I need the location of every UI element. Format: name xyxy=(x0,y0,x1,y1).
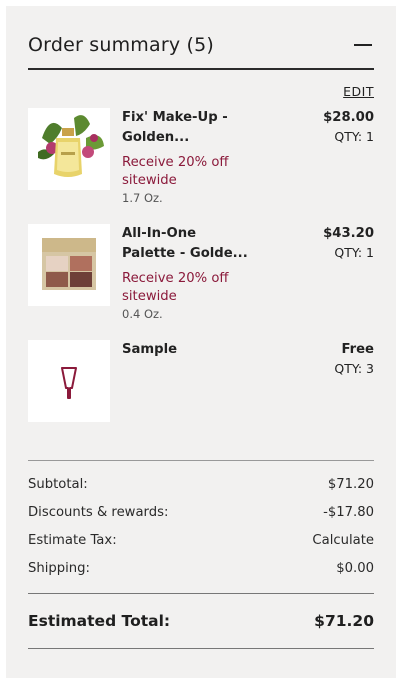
item-qty: QTY: 3 xyxy=(334,361,374,376)
product-name-line[interactable]: Golden... xyxy=(122,128,272,148)
totals-rows: Subtotal: $71.20 Discounts & rewards: -$… xyxy=(28,461,374,583)
discounts-value: -$17.80 xyxy=(323,505,374,520)
product-name[interactable]: Fix' Make-Up - Golden... xyxy=(122,108,272,148)
product-size: 0.4 Oz. xyxy=(122,307,163,321)
product-image-fix-makeup[interactable] xyxy=(28,108,110,190)
product-name-line[interactable]: Palette - Golde... xyxy=(122,244,272,264)
order-summary-header[interactable]: Order summary (5) xyxy=(28,6,374,70)
subtotal-row: Subtotal: $71.20 xyxy=(28,471,374,499)
item-info: Sample xyxy=(122,340,272,360)
estimated-total-label: Estimated Total: xyxy=(28,612,171,630)
order-summary-panel: Order summary (5) EDIT Fix' Make-Up - Go… xyxy=(6,6,396,678)
collapse-icon[interactable] xyxy=(354,44,372,46)
product-name-line[interactable]: Fix' Make-Up - xyxy=(122,108,272,128)
product-name-line[interactable]: All-In-One xyxy=(122,224,272,244)
promo-line: Receive 20% off xyxy=(122,271,229,286)
promo-text: Receive 20% off sitewide xyxy=(122,270,272,306)
cart-item: All-In-One Palette - Golde... Receive 20… xyxy=(28,224,374,340)
product-name[interactable]: All-In-One Palette - Golde... xyxy=(122,224,272,264)
price-column: $28.00 QTY: 1 xyxy=(323,108,374,146)
shipping-row: Shipping: $0.00 xyxy=(28,555,374,583)
estimated-total-value: $71.20 xyxy=(314,612,374,630)
item-info: Fix' Make-Up - Golden... Receive 20% off… xyxy=(122,108,272,205)
price-column: $43.20 QTY: 1 xyxy=(323,224,374,262)
promo-line: Receive 20% off xyxy=(122,155,229,170)
discounts-label: Discounts & rewards: xyxy=(28,505,169,520)
discounts-row: Discounts & rewards: -$17.80 xyxy=(28,499,374,527)
promo-line: sitewide xyxy=(122,289,177,304)
promo-line: sitewide xyxy=(122,173,177,188)
price-column: Free QTY: 3 xyxy=(334,340,374,378)
edit-link[interactable]: EDIT xyxy=(343,84,374,99)
item-price: $43.20 xyxy=(323,226,374,241)
product-name: Sample xyxy=(122,342,178,357)
tax-label: Estimate Tax: xyxy=(28,533,117,548)
order-summary-title: Order summary (5) xyxy=(28,34,215,56)
item-info: All-In-One Palette - Golde... Receive 20… xyxy=(122,224,272,321)
product-image-sample xyxy=(28,340,110,422)
tax-calculate-link[interactable]: Calculate xyxy=(312,527,374,555)
subtotal-label: Subtotal: xyxy=(28,477,88,492)
cart-item: Sample Free QTY: 3 xyxy=(28,340,374,422)
subtotal-value: $71.20 xyxy=(327,477,374,492)
product-size: 1.7 Oz. xyxy=(122,191,163,205)
product-image-palette[interactable] xyxy=(28,224,110,306)
edit-row: EDIT xyxy=(28,70,374,108)
estimated-total-row: Estimated Total: $71.20 xyxy=(28,594,374,648)
promo-text: Receive 20% off sitewide xyxy=(122,154,272,190)
item-price: $28.00 xyxy=(323,110,374,125)
shipping-label: Shipping: xyxy=(28,561,90,576)
tax-row: Estimate Tax: Calculate xyxy=(28,527,374,555)
divider xyxy=(28,648,374,649)
shipping-value: $0.00 xyxy=(336,561,374,576)
item-qty: QTY: 1 xyxy=(334,129,374,144)
item-qty: QTY: 1 xyxy=(334,245,374,260)
sample-tube-icon xyxy=(28,340,110,422)
item-price: Free xyxy=(341,342,374,357)
cart-item: Fix' Make-Up - Golden... Receive 20% off… xyxy=(28,108,374,224)
